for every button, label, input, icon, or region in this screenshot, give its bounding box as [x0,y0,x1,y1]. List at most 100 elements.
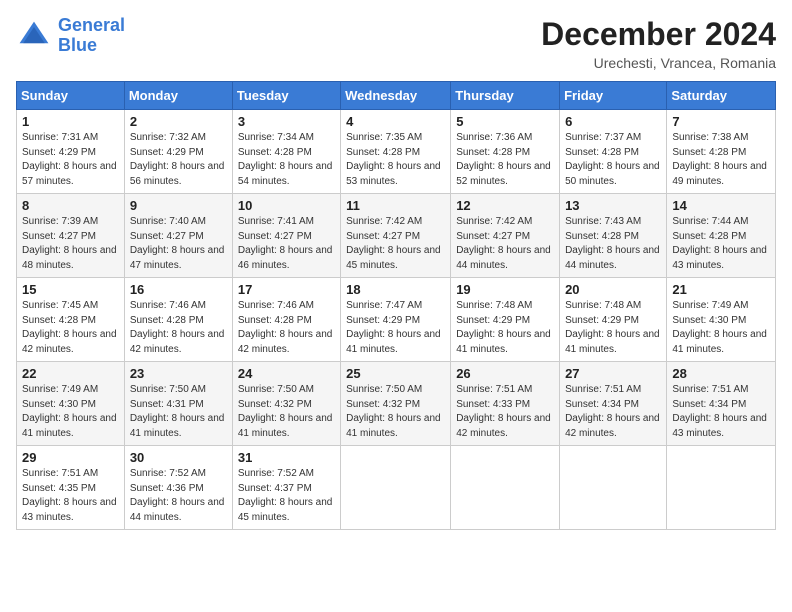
calendar-cell [341,446,451,530]
calendar-cell: 19 Sunrise: 7:48 AMSunset: 4:29 PMDaylig… [451,278,560,362]
cell-content: Sunrise: 7:44 AMSunset: 4:28 PMDaylight:… [672,215,770,273]
cell-content: Sunrise: 7:50 AMSunset: 4:32 PMDaylight:… [346,383,445,441]
day-number: 9 [130,198,227,213]
cell-content: Sunrise: 7:32 AMSunset: 4:29 PMDaylight:… [130,131,227,189]
logo-text: General Blue [58,16,125,56]
cell-content: Sunrise: 7:51 AMSunset: 4:35 PMDaylight:… [22,467,119,525]
calendar-week-row: 22 Sunrise: 7:49 AMSunset: 4:30 PMDaylig… [17,362,776,446]
calendar-week-row: 8 Sunrise: 7:39 AMSunset: 4:27 PMDayligh… [17,194,776,278]
calendar-cell: 29 Sunrise: 7:51 AMSunset: 4:35 PMDaylig… [17,446,125,530]
calendar-cell: 27 Sunrise: 7:51 AMSunset: 4:34 PMDaylig… [560,362,667,446]
day-number: 11 [346,198,445,213]
calendar-cell: 13 Sunrise: 7:43 AMSunset: 4:28 PMDaylig… [560,194,667,278]
cell-content: Sunrise: 7:36 AMSunset: 4:28 PMDaylight:… [456,131,554,189]
cell-content: Sunrise: 7:43 AMSunset: 4:28 PMDaylight:… [565,215,661,273]
day-number: 10 [238,198,335,213]
cell-content: Sunrise: 7:39 AMSunset: 4:27 PMDaylight:… [22,215,119,273]
day-header-saturday: Saturday [667,82,776,110]
month-title: December 2024 [541,16,776,53]
calendar-cell [560,446,667,530]
logo-line1: General [58,15,125,35]
day-number: 4 [346,114,445,129]
day-header-thursday: Thursday [451,82,560,110]
cell-content: Sunrise: 7:50 AMSunset: 4:32 PMDaylight:… [238,383,335,441]
cell-content: Sunrise: 7:48 AMSunset: 4:29 PMDaylight:… [565,299,661,357]
cell-content: Sunrise: 7:51 AMSunset: 4:34 PMDaylight:… [565,383,661,441]
cell-content: Sunrise: 7:42 AMSunset: 4:27 PMDaylight:… [456,215,554,273]
calendar-cell: 18 Sunrise: 7:47 AMSunset: 4:29 PMDaylig… [341,278,451,362]
calendar-cell: 17 Sunrise: 7:46 AMSunset: 4:28 PMDaylig… [232,278,340,362]
day-number: 15 [22,282,119,297]
calendar-cell [667,446,776,530]
day-number: 7 [672,114,770,129]
day-number: 31 [238,450,335,465]
logo-line2: Blue [58,35,97,55]
cell-content: Sunrise: 7:40 AMSunset: 4:27 PMDaylight:… [130,215,227,273]
calendar-cell: 7 Sunrise: 7:38 AMSunset: 4:28 PMDayligh… [667,110,776,194]
calendar-cell: 5 Sunrise: 7:36 AMSunset: 4:28 PMDayligh… [451,110,560,194]
cell-content: Sunrise: 7:50 AMSunset: 4:31 PMDaylight:… [130,383,227,441]
cell-content: Sunrise: 7:49 AMSunset: 4:30 PMDaylight:… [672,299,770,357]
day-number: 25 [346,366,445,381]
day-number: 30 [130,450,227,465]
logo-icon [16,18,52,54]
calendar-cell: 23 Sunrise: 7:50 AMSunset: 4:31 PMDaylig… [124,362,232,446]
calendar-cell: 21 Sunrise: 7:49 AMSunset: 4:30 PMDaylig… [667,278,776,362]
day-number: 23 [130,366,227,381]
day-number: 13 [565,198,661,213]
cell-content: Sunrise: 7:51 AMSunset: 4:33 PMDaylight:… [456,383,554,441]
day-header-tuesday: Tuesday [232,82,340,110]
calendar-cell: 24 Sunrise: 7:50 AMSunset: 4:32 PMDaylig… [232,362,340,446]
day-number: 8 [22,198,119,213]
day-number: 22 [22,366,119,381]
cell-content: Sunrise: 7:46 AMSunset: 4:28 PMDaylight:… [238,299,335,357]
calendar-cell: 1 Sunrise: 7:31 AMSunset: 4:29 PMDayligh… [17,110,125,194]
day-number: 2 [130,114,227,129]
calendar-cell: 10 Sunrise: 7:41 AMSunset: 4:27 PMDaylig… [232,194,340,278]
cell-content: Sunrise: 7:52 AMSunset: 4:37 PMDaylight:… [238,467,335,525]
calendar-week-row: 1 Sunrise: 7:31 AMSunset: 4:29 PMDayligh… [17,110,776,194]
calendar-cell: 11 Sunrise: 7:42 AMSunset: 4:27 PMDaylig… [341,194,451,278]
calendar-cell: 26 Sunrise: 7:51 AMSunset: 4:33 PMDaylig… [451,362,560,446]
calendar-cell: 16 Sunrise: 7:46 AMSunset: 4:28 PMDaylig… [124,278,232,362]
calendar-cell: 20 Sunrise: 7:48 AMSunset: 4:29 PMDaylig… [560,278,667,362]
calendar-cell: 14 Sunrise: 7:44 AMSunset: 4:28 PMDaylig… [667,194,776,278]
calendar-cell: 31 Sunrise: 7:52 AMSunset: 4:37 PMDaylig… [232,446,340,530]
day-number: 12 [456,198,554,213]
day-number: 20 [565,282,661,297]
cell-content: Sunrise: 7:34 AMSunset: 4:28 PMDaylight:… [238,131,335,189]
day-header-wednesday: Wednesday [341,82,451,110]
cell-content: Sunrise: 7:31 AMSunset: 4:29 PMDaylight:… [22,131,119,189]
calendar-cell: 25 Sunrise: 7:50 AMSunset: 4:32 PMDaylig… [341,362,451,446]
day-header-sunday: Sunday [17,82,125,110]
logo: General Blue [16,16,125,56]
day-number: 26 [456,366,554,381]
day-number: 14 [672,198,770,213]
cell-content: Sunrise: 7:51 AMSunset: 4:34 PMDaylight:… [672,383,770,441]
day-number: 16 [130,282,227,297]
day-number: 19 [456,282,554,297]
day-header-friday: Friday [560,82,667,110]
cell-content: Sunrise: 7:45 AMSunset: 4:28 PMDaylight:… [22,299,119,357]
location-subtitle: Urechesti, Vrancea, Romania [541,55,776,71]
calendar-cell: 15 Sunrise: 7:45 AMSunset: 4:28 PMDaylig… [17,278,125,362]
page-header: General Blue December 2024 Urechesti, Vr… [16,16,776,71]
day-number: 17 [238,282,335,297]
calendar-cell: 8 Sunrise: 7:39 AMSunset: 4:27 PMDayligh… [17,194,125,278]
cell-content: Sunrise: 7:49 AMSunset: 4:30 PMDaylight:… [22,383,119,441]
cell-content: Sunrise: 7:48 AMSunset: 4:29 PMDaylight:… [456,299,554,357]
cell-content: Sunrise: 7:46 AMSunset: 4:28 PMDaylight:… [130,299,227,357]
cell-content: Sunrise: 7:37 AMSunset: 4:28 PMDaylight:… [565,131,661,189]
calendar-cell: 2 Sunrise: 7:32 AMSunset: 4:29 PMDayligh… [124,110,232,194]
cell-content: Sunrise: 7:52 AMSunset: 4:36 PMDaylight:… [130,467,227,525]
cell-content: Sunrise: 7:41 AMSunset: 4:27 PMDaylight:… [238,215,335,273]
day-number: 29 [22,450,119,465]
day-number: 18 [346,282,445,297]
cell-content: Sunrise: 7:35 AMSunset: 4:28 PMDaylight:… [346,131,445,189]
calendar-table: SundayMondayTuesdayWednesdayThursdayFrid… [16,81,776,530]
day-number: 6 [565,114,661,129]
day-header-monday: Monday [124,82,232,110]
calendar-cell: 4 Sunrise: 7:35 AMSunset: 4:28 PMDayligh… [341,110,451,194]
calendar-cell: 30 Sunrise: 7:52 AMSunset: 4:36 PMDaylig… [124,446,232,530]
calendar-week-row: 15 Sunrise: 7:45 AMSunset: 4:28 PMDaylig… [17,278,776,362]
